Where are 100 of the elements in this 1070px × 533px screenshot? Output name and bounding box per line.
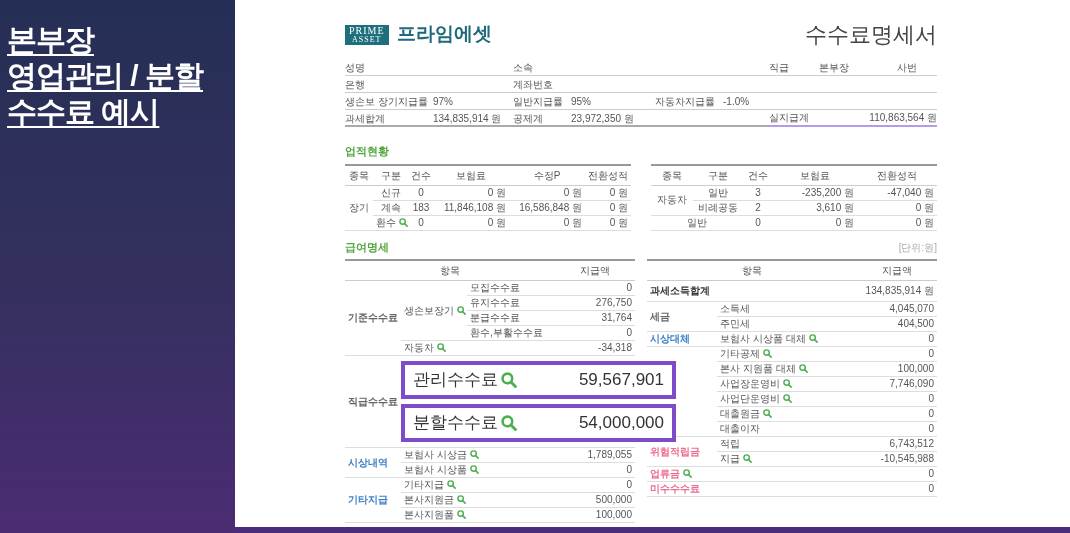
amount-cell: 0: [857, 331, 937, 347]
row-label: 환수: [376, 216, 396, 228]
search-icon[interactable]: [501, 415, 517, 431]
field-value: 95%: [571, 94, 592, 109]
row-label: 기타지급: [404, 479, 444, 490]
table-cell: -235,200 원: [773, 185, 857, 200]
amount-cell: 0: [555, 462, 635, 478]
column-header: 항목: [647, 260, 857, 281]
table-cell: -47,040 원: [857, 185, 937, 200]
search-icon[interactable]: [399, 217, 408, 227]
row-label: 자동차: [404, 342, 434, 353]
amount-cell: 4,045,070: [857, 301, 937, 317]
amount-cell: 0: [857, 346, 937, 362]
search-icon[interactable]: [469, 465, 479, 474]
row-label: 기타공제: [720, 348, 760, 359]
table-cell: 0 원: [509, 185, 585, 200]
field-value: 97%: [433, 94, 454, 109]
amount-cell: 0: [857, 406, 937, 422]
amount-cell: -34,318: [555, 340, 635, 356]
row-label: 일반: [651, 215, 743, 230]
highlight-amount: 59,567,901: [578, 374, 664, 386]
search-icon[interactable]: [457, 510, 466, 519]
amount-cell: 6,743,512: [857, 436, 937, 452]
field-value: 본부장: [819, 60, 849, 75]
search-icon[interactable]: [808, 334, 818, 343]
column-header: 수정P: [509, 164, 585, 185]
column-header: 구분: [373, 164, 409, 185]
search-icon[interactable]: [447, 480, 456, 489]
column-header: 구분: [693, 164, 743, 185]
field-value: -1.0%: [723, 94, 751, 109]
row-label: 분급수수료: [467, 310, 555, 326]
column-header: 종목: [651, 164, 693, 185]
field-label: 생손보 장기지급률: [345, 94, 429, 109]
search-icon[interactable]: [457, 305, 466, 315]
row-label: 생손보장기: [404, 304, 454, 316]
amount-cell: 0: [857, 466, 937, 482]
document-title: 수수료명세서: [805, 21, 937, 49]
search-icon[interactable]: [798, 364, 808, 373]
table-cell: 0: [409, 185, 433, 200]
amount-cell: 1,789,055: [555, 447, 635, 463]
field-label: 계좌번호: [513, 77, 554, 92]
search-icon[interactable]: [437, 343, 446, 352]
table-cell: 183: [409, 200, 433, 215]
search-icon[interactable]: [469, 450, 479, 459]
group-label: 위험적립금: [650, 445, 700, 457]
row-label: 보험사 시상금: [404, 449, 467, 460]
section-title: 급여명세: [345, 239, 389, 255]
search-icon[interactable]: [783, 394, 792, 403]
group-label: 시상내역: [348, 456, 388, 468]
table-cell: 0 원: [773, 215, 857, 230]
field-label: 공제계: [513, 112, 544, 126]
amount-cell: 0: [555, 477, 635, 493]
search-icon[interactable]: [763, 409, 772, 418]
column-header: 전환성적: [585, 164, 631, 185]
row-label: 일반: [693, 185, 743, 200]
row-label: 소득세: [717, 301, 857, 317]
amount-cell: 100,000: [555, 507, 635, 523]
column-header: 건수: [409, 164, 433, 185]
field-value: 134,835,914 원: [433, 112, 503, 126]
table-cell: 3,610 원: [773, 200, 857, 215]
group-label: 기준수수료: [348, 312, 398, 323]
search-icon[interactable]: [457, 495, 466, 504]
group-label: 업류금: [650, 468, 680, 479]
table-cell: 0: [743, 215, 773, 230]
row-label: 비례공동: [693, 200, 743, 215]
row-label: 대출원금: [720, 408, 760, 419]
table-cell: 0 원: [585, 200, 631, 215]
field-value: 110,863,564 원: [869, 111, 937, 125]
slide-title: 영업관리 / 분할: [7, 58, 203, 94]
unit-note: [단위:원]: [898, 241, 937, 255]
row-label: 환수,부활수수료: [467, 325, 555, 341]
section-title: 업적현황: [345, 145, 389, 157]
amount-cell: -10,545,988: [857, 451, 937, 467]
table-cell: 0 원: [585, 185, 631, 200]
search-icon[interactable]: [743, 454, 752, 463]
search-icon[interactable]: [501, 372, 517, 388]
highlight-label: 관리수수료: [413, 374, 498, 386]
field-label: 직급: [769, 60, 790, 75]
group-label: 과세소득합계: [650, 285, 710, 296]
group-label: 미수수수료: [650, 483, 700, 494]
row-label: 모집수수료: [467, 280, 555, 296]
search-icon[interactable]: [763, 349, 772, 358]
search-icon[interactable]: [783, 379, 792, 388]
group-label: 장기: [345, 185, 373, 230]
amount-cell: 0: [857, 421, 937, 437]
group-label: 자동차: [651, 185, 693, 215]
amount-cell: 0: [555, 280, 635, 296]
row-label: 계속: [373, 200, 409, 215]
amount-cell: 0: [857, 481, 937, 497]
company-name: 프라임에셋: [396, 22, 492, 47]
search-icon[interactable]: [683, 469, 692, 478]
table-cell: 0 원: [857, 215, 937, 230]
column-header: 종목: [345, 164, 373, 185]
table-cell: 0 원: [509, 215, 585, 230]
column-header: 지급액: [555, 260, 635, 281]
field-label: 자동차지급률: [655, 94, 716, 109]
field-label: 성명: [345, 60, 366, 75]
row-label: 본사지원금: [404, 494, 454, 505]
field-label: 과세합계: [345, 112, 386, 126]
row-label: 보험사 시상품 대체: [720, 333, 806, 344]
